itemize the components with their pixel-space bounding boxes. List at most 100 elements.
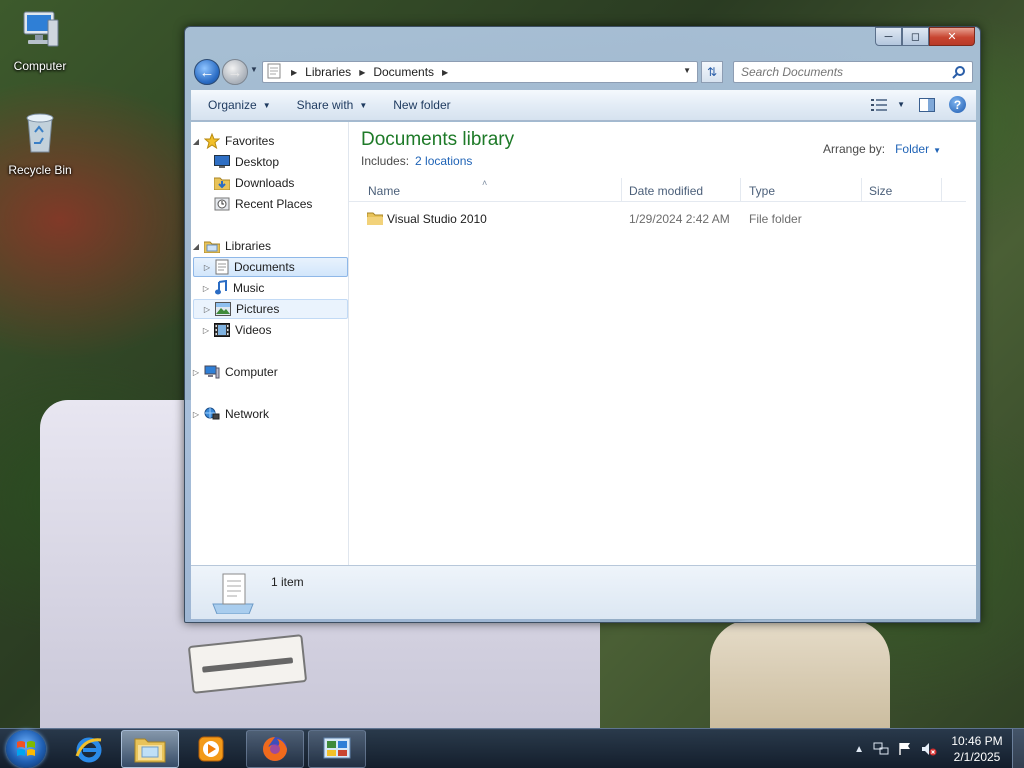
new-folder-button[interactable]: New folder [384,98,459,112]
firefox-icon [263,737,287,761]
nav-item-pictures[interactable]: ▷ Pictures [193,299,348,319]
file-name[interactable]: Visual Studio 2010 [387,212,487,226]
star-icon [204,133,220,149]
collapse-icon[interactable]: ◢ [191,242,201,251]
show-hidden-icons-icon[interactable]: ▲ [854,744,864,755]
chevron-down-icon: ▼ [933,146,941,155]
folder-icon [366,211,384,228]
includes-label: Includes: [361,154,410,168]
preview-pane-icon [919,97,935,112]
share-with-menu[interactable]: Share with ▼ [288,98,377,112]
refresh-button[interactable]: ⇅ [701,61,723,83]
column-divider[interactable] [941,178,942,202]
nav-item-label: Music [233,281,265,295]
breadcrumb-documents[interactable]: Documents ▶ [373,65,456,79]
action-center-flag-icon[interactable] [898,742,912,756]
nav-item-desktop[interactable]: Desktop [211,152,347,172]
taskbar-firefox[interactable] [246,730,304,768]
desktop-icon-label: Computer [13,59,67,73]
file-row[interactable]: Visual Studio 2010 1/29/2024 2:42 AM Fil… [357,208,966,230]
music-icon [214,280,228,296]
close-button[interactable]: ✕ [929,27,975,46]
expand-icon[interactable]: ▷ [202,305,212,314]
expand-icon[interactable]: ▷ [201,284,211,293]
network-icon [204,407,220,421]
breadcrumb-label: Libraries [305,65,352,79]
videos-icon [214,323,230,337]
share-with-label: Share with [296,98,354,112]
column-divider[interactable] [740,178,741,202]
minimize-button[interactable]: ─ [875,27,902,46]
close-icon: ✕ [947,31,957,43]
nav-item-documents[interactable]: ▷ Documents [193,257,348,277]
column-divider[interactable] [621,178,622,202]
nav-item-videos[interactable]: ▷ Videos [193,320,348,340]
chevron-right-icon: ▶ [442,67,449,77]
taskbar-internet-explorer[interactable] [60,730,118,768]
start-button[interactable] [6,730,46,768]
includes-locations-link[interactable]: 2 locations [415,154,472,168]
wallpaper-figure [710,620,890,730]
library-title: Documents library [361,129,515,150]
desktop-icon-computer[interactable]: Computer [0,8,80,73]
organize-label: Organize [208,98,257,112]
nav-item-computer[interactable]: ▷ Computer [191,362,347,382]
nav-item-network[interactable]: ▷ Network [191,404,347,424]
recent-pages-dropdown[interactable]: ▼ [250,65,258,74]
arrange-by-dropdown[interactable]: Folder [895,142,929,156]
column-header-date-modified[interactable]: Date modified [629,184,703,198]
clock[interactable]: 10:46 PM 2/1/2025 [946,733,1008,765]
show-desktop-button[interactable] [1012,729,1024,768]
library-document-icon [209,570,257,617]
breadcrumb-libraries[interactable]: Libraries ▶ [305,65,373,79]
nav-item-recent-places[interactable]: Recent Places [211,194,347,214]
change-view-button[interactable]: ▼ [871,98,905,111]
windows-logo-icon [17,741,35,756]
nav-item-label: Network [225,407,270,421]
column-header-type[interactable]: Type [749,184,775,198]
arrow-right-icon: → [227,63,243,81]
sort-ascending-icon: ˄ [482,178,488,188]
preview-pane-button[interactable] [919,97,935,112]
volume-muted-icon[interactable] [921,742,937,756]
minimize-icon: ─ [884,30,893,43]
breadcrumb-root[interactable]: ▶ [287,68,305,77]
search-icon[interactable] [952,65,966,82]
column-divider[interactable] [861,178,862,202]
expand-icon[interactable]: ▷ [201,326,211,335]
new-folder-label: New folder [393,98,451,112]
expand-icon[interactable]: ▷ [191,368,201,377]
pictures-icon [215,302,231,316]
nav-item-downloads[interactable]: Downloads [211,173,347,193]
address-bar[interactable]: ▶ Libraries ▶ Documents ▶ ▼ [262,61,698,83]
nav-item-libraries[interactable]: ◢ Libraries [191,236,347,256]
address-dropdown-icon[interactable]: ▼ [683,66,691,75]
network-status-icon[interactable] [873,742,889,756]
expand-icon[interactable]: ▷ [191,410,201,419]
taskbar-windows-explorer[interactable] [121,730,179,768]
expand-icon[interactable]: ▷ [202,263,212,272]
back-button[interactable]: ← [194,59,220,85]
nav-item-label: Documents [234,260,295,274]
search-input[interactable] [741,65,941,79]
nav-item-music[interactable]: ▷ Music [193,278,348,298]
help-icon[interactable]: ? [949,96,966,113]
taskbar-control-panel[interactable] [308,730,366,768]
column-header-name[interactable]: Name [368,184,400,198]
column-header-size[interactable]: Size [869,184,892,198]
nav-item-label: Downloads [235,176,295,190]
forward-button[interactable]: → [222,59,248,85]
maximize-button[interactable]: ◻ [902,27,929,46]
chevron-right-icon: ▶ [291,67,298,77]
desktop-icon-recycle-bin[interactable]: Recycle Bin [0,110,80,177]
collapse-icon[interactable]: ◢ [191,137,201,146]
search-box[interactable] [733,61,973,83]
clock-date: 2/1/2025 [953,750,1001,764]
file-date-modified: 1/29/2024 2:42 AM [629,212,730,226]
organize-menu[interactable]: Organize ▼ [199,98,280,112]
nav-item-label: Videos [235,323,272,337]
taskbar-media-player[interactable] [182,730,240,768]
nav-item-favorites[interactable]: ◢ Favorites [191,131,347,151]
downloads-folder-icon [214,176,230,190]
recent-places-icon [214,197,230,211]
